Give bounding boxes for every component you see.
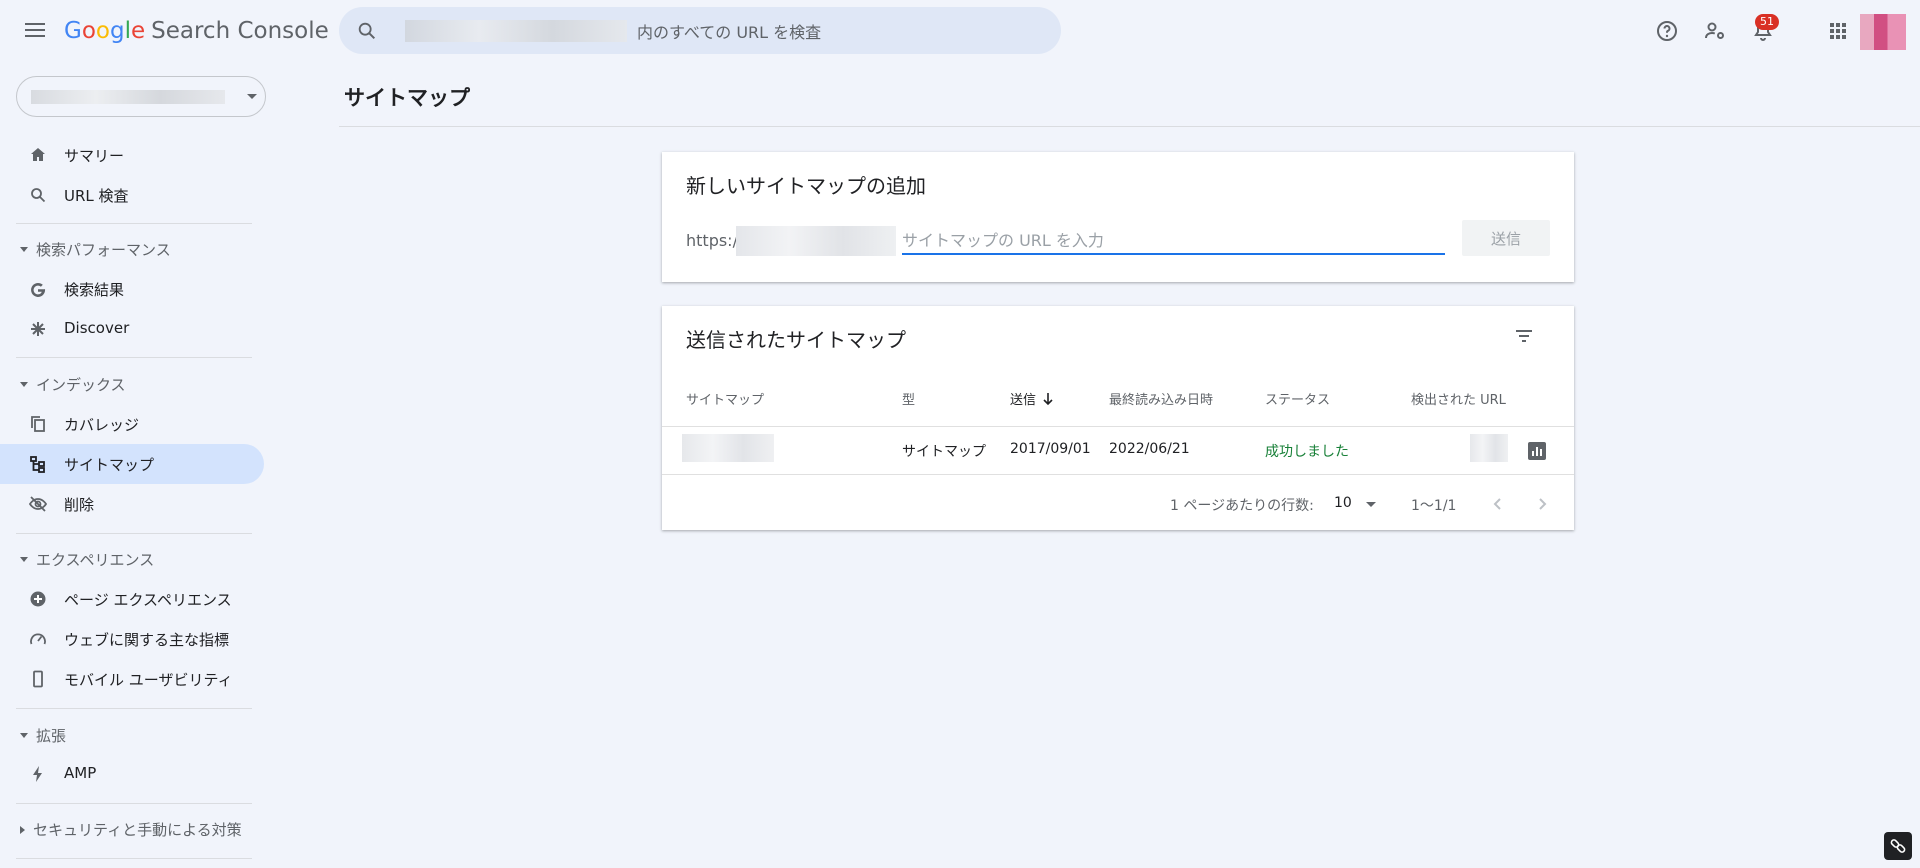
column-header-last-read[interactable]: 最終読み込み日時 <box>1109 389 1213 408</box>
divider <box>339 126 1920 127</box>
redacted-property-url <box>405 20 627 42</box>
status-badge: 成功しました <box>1265 444 1349 460</box>
arrow-down-icon <box>1043 393 1053 406</box>
sidebar-item-sitemaps[interactable]: サイトマップ <box>0 444 264 484</box>
sidebar-item-page-experience[interactable]: ページ エクスペリエンス <box>0 579 264 619</box>
google-g-icon <box>31 282 46 297</box>
card-title: 新しいサイトマップの追加 <box>686 174 926 198</box>
chart-icon[interactable] <box>1528 442 1546 460</box>
sidebar-item-core-web-vitals[interactable]: ウェブに関する主な指標 <box>0 619 264 659</box>
product-logo[interactable]: Google Search Console <box>64 18 329 44</box>
divider <box>662 474 1574 475</box>
rows-per-page-select[interactable]: 10 <box>1334 492 1386 516</box>
column-header-discovered-urls[interactable]: 検出された URL <box>1411 389 1506 408</box>
submitted-sitemaps-card: 送信されたサイトマップ サイトマップ 型 送信 最終読み込み日時 ステータス 検… <box>662 306 1574 530</box>
add-sitemap-card: 新しいサイトマップの追加 https:/ 送信 <box>662 152 1574 282</box>
url-prefix: https:/ <box>686 231 738 250</box>
cell-type: サイトマップ <box>902 444 986 460</box>
notification-badge: 51 <box>1755 14 1779 30</box>
sidebar-item-mobile-usability[interactable]: モバイル ユーザビリティ <box>0 659 264 699</box>
sidebar-item-discover[interactable]: Discover <box>0 309 264 349</box>
column-header-type[interactable]: 型 <box>902 389 915 408</box>
divider <box>16 533 252 534</box>
sidebar-item-summary[interactable]: サマリー <box>0 135 264 175</box>
search-icon <box>31 188 46 203</box>
sidebar-item-coverage[interactable]: カバレッジ <box>0 404 264 444</box>
section-index[interactable]: インデックス <box>20 374 126 395</box>
sitemap-icon <box>30 456 45 473</box>
pagination-range: 1〜1/1 <box>1411 498 1457 514</box>
filter-icon[interactable] <box>1512 324 1536 348</box>
property-selector[interactable] <box>16 76 266 117</box>
redacted-discovered-urls <box>1470 434 1508 462</box>
divider <box>16 223 252 224</box>
page-title: サイトマップ <box>344 86 470 110</box>
manage-users-icon[interactable] <box>1703 19 1727 43</box>
apps-icon[interactable] <box>1826 19 1850 43</box>
cell-submitted: 2017/09/01 <box>1010 441 1091 457</box>
sidebar-item-removals[interactable]: 削除 <box>0 484 264 524</box>
help-icon[interactable] <box>1655 19 1679 43</box>
search-icon <box>358 22 376 40</box>
rows-per-page-label: 1 ページあたりの行数: <box>1170 498 1314 514</box>
column-header-sitemap[interactable]: サイトマップ <box>686 389 764 408</box>
column-header-status[interactable]: ステータス <box>1265 389 1330 408</box>
divider <box>16 803 252 804</box>
chevron-down-icon <box>1366 502 1376 507</box>
section-experience[interactable]: エクスペリエンス <box>20 549 154 570</box>
section-security-manual-actions[interactable]: セキュリティと手動による対策 <box>20 819 242 840</box>
menu-icon[interactable] <box>23 19 47 43</box>
redacted-property-name <box>31 90 225 104</box>
sidebar-item-url-inspection[interactable]: URL 検査 <box>0 175 264 215</box>
copy-icon <box>31 416 45 432</box>
section-search-performance[interactable]: 検索パフォーマンス <box>20 239 171 260</box>
smartphone-icon <box>33 670 43 688</box>
speed-icon <box>30 633 46 645</box>
divider <box>16 858 252 859</box>
chevron-right-icon[interactable] <box>1530 492 1554 516</box>
sidebar-item-search-results[interactable]: 検索結果 <box>0 269 264 309</box>
sidebar-item-amp[interactable]: AMP <box>0 754 264 794</box>
link-icon[interactable] <box>1884 832 1912 860</box>
visibility-off-icon <box>28 496 48 512</box>
chevron-down-icon <box>247 94 257 99</box>
bolt-icon <box>33 766 42 782</box>
submit-button[interactable]: 送信 <box>1462 220 1550 256</box>
section-enhancements[interactable]: 拡張 <box>20 725 66 746</box>
asterisk-icon <box>31 322 45 336</box>
product-name: Search Console <box>151 18 329 44</box>
redacted-sitemap-path <box>682 434 774 462</box>
divider <box>16 357 252 358</box>
url-inspection-search[interactable]: 内のすべての URL を検査 <box>339 7 1061 54</box>
redacted-domain <box>736 226 896 256</box>
add-circle-icon <box>30 591 46 607</box>
search-placeholder: 内のすべての URL を検査 <box>637 23 822 42</box>
link-glyph <box>1890 839 1906 853</box>
account-avatar[interactable] <box>1860 14 1906 50</box>
card-title: 送信されたサイトマップ <box>686 328 906 352</box>
divider <box>16 708 252 709</box>
column-header-submitted[interactable]: 送信 <box>1010 389 1055 408</box>
home-icon <box>31 148 45 161</box>
sitemap-url-input[interactable] <box>902 227 1445 255</box>
app-header: Google Search Console 内のすべての URL を検査 51 <box>0 0 1920 62</box>
chevron-left-icon[interactable] <box>1486 492 1510 516</box>
cell-last-read: 2022/06/21 <box>1109 441 1190 457</box>
divider <box>662 426 1574 427</box>
